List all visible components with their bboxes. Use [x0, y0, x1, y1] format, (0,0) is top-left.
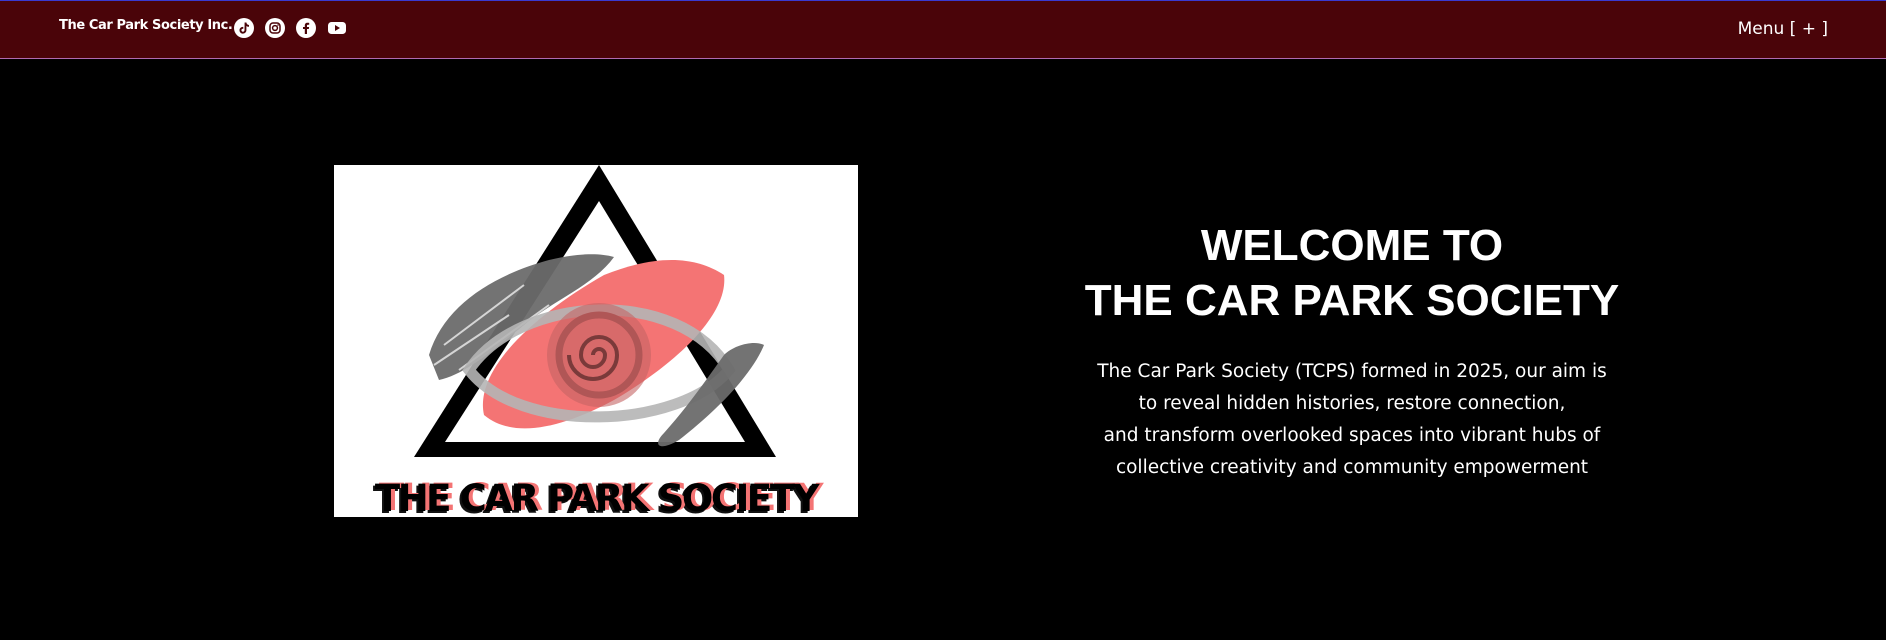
- top-navigation-bar: The Car Park Society Inc. Menu [ + ]: [0, 0, 1886, 59]
- menu-toggle-button[interactable]: Menu [ + ]: [1738, 19, 1828, 39]
- logo-wordmark: THE CAR PARK SOCIETY: [374, 477, 820, 517]
- hero-title: WELCOME TO THE CAR PARK SOCIETY: [1052, 218, 1652, 328]
- society-logo: THE CAR PARK SOCIETY: [334, 165, 858, 517]
- tiktok-icon[interactable]: [234, 18, 254, 38]
- logo-spiral: [547, 303, 651, 407]
- hero-description-line: and transform overlooked spaces into vib…: [1103, 425, 1601, 446]
- site-brand[interactable]: The Car Park Society Inc.: [59, 18, 233, 33]
- hero-title-line1: WELCOME TO: [1200, 221, 1504, 270]
- youtube-icon[interactable]: [327, 18, 347, 38]
- facebook-icon[interactable]: [296, 18, 316, 38]
- hero-section: WELCOME TO THE CAR PARK SOCIETY The Car …: [1052, 218, 1652, 484]
- logo-graphic: [414, 165, 776, 457]
- social-links: [234, 18, 347, 38]
- hero-title-line2: THE CAR PARK SOCIETY: [1084, 276, 1620, 325]
- instagram-icon[interactable]: [265, 18, 285, 38]
- hero-description: The Car Park Society (TCPS) formed in 20…: [1052, 356, 1652, 484]
- hero-description-line: to reveal hidden histories, restore conn…: [1138, 393, 1566, 414]
- hero-description-line: collective creativity and community empo…: [1115, 457, 1589, 478]
- hero-description-line: The Car Park Society (TCPS) formed in 20…: [1097, 361, 1607, 382]
